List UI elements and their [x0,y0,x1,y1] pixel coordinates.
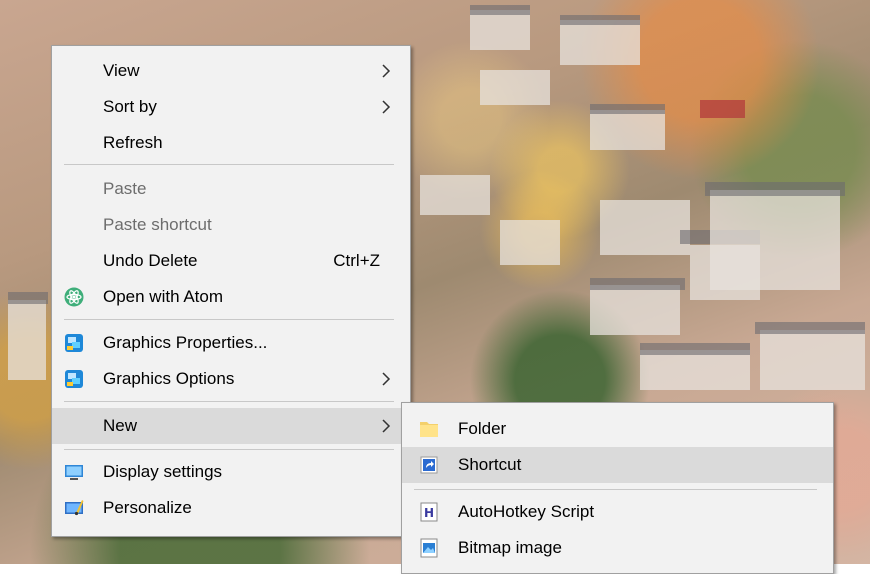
shortcut-icon [420,456,438,474]
menu-separator [64,319,394,320]
bitmap-image-icon [420,538,438,558]
submenu-item-label: AutoHotkey Script [458,502,595,521]
menu-item-label: Graphics Properties... [103,333,268,352]
submenu-item-folder[interactable]: Folder [402,411,833,447]
menu-item-open-with-atom[interactable]: Open with Atom [52,279,410,315]
menu-item-graphics-options[interactable]: Graphics Options [52,361,410,397]
menu-item-graphics-properties[interactable]: Graphics Properties... [52,325,410,361]
atom-icon [64,287,84,307]
chevron-right-icon [382,100,391,114]
menu-item-label: Sort by [103,97,157,116]
chevron-right-icon [382,64,391,78]
submenu-item-autohotkey-script[interactable]: H AutoHotkey Script [402,494,833,530]
new-submenu: Folder Shortcut H AutoHotkey Script Bitm… [401,402,834,574]
chevron-right-icon [382,419,391,433]
menu-item-new[interactable]: New [52,408,410,444]
menu-item-view[interactable]: View [52,53,410,89]
display-settings-icon [65,465,83,480]
menu-separator [64,449,394,450]
menu-separator [414,489,817,490]
menu-item-paste[interactable]: Paste [52,171,410,207]
menu-separator [64,164,394,165]
graphics-options-icon [65,370,83,388]
menu-item-sort-by[interactable]: Sort by [52,89,410,125]
menu-item-paste-shortcut[interactable]: Paste shortcut [52,207,410,243]
personalize-icon [65,500,84,516]
submenu-item-shortcut[interactable]: Shortcut [402,447,833,483]
chevron-right-icon [382,372,391,386]
menu-item-label: Undo Delete [103,251,198,270]
submenu-item-label: Folder [458,419,507,438]
folder-icon [420,422,438,437]
menu-item-label: Personalize [103,498,192,517]
submenu-item-bitmap-image[interactable]: Bitmap image [402,530,833,566]
menu-item-label: New [103,416,138,435]
menu-item-refresh[interactable]: Refresh [52,125,410,161]
menu-item-label: Refresh [103,133,163,152]
menu-item-label: Graphics Options [103,369,235,388]
menu-item-shortcut: Ctrl+Z [333,251,380,270]
desktop-context-menu: View Sort by Refresh Paste Paste shortcu… [51,45,411,537]
menu-item-label: Paste shortcut [103,215,212,234]
autohotkey-script-icon: H [420,502,438,522]
svg-text:H: H [424,506,434,520]
menu-item-display-settings[interactable]: Display settings [52,454,410,490]
menu-item-label: View [103,61,140,80]
menu-item-personalize[interactable]: Personalize [52,490,410,526]
menu-item-label: Open with Atom [103,287,224,306]
graphics-properties-icon [65,334,83,352]
submenu-item-label: Bitmap image [458,538,562,557]
menu-item-undo-delete[interactable]: Undo Delete Ctrl+Z [52,243,410,279]
menu-item-label: Display settings [103,462,223,481]
menu-item-label: Paste [103,179,147,198]
submenu-item-label: Shortcut [458,455,522,474]
menu-separator [64,401,394,402]
